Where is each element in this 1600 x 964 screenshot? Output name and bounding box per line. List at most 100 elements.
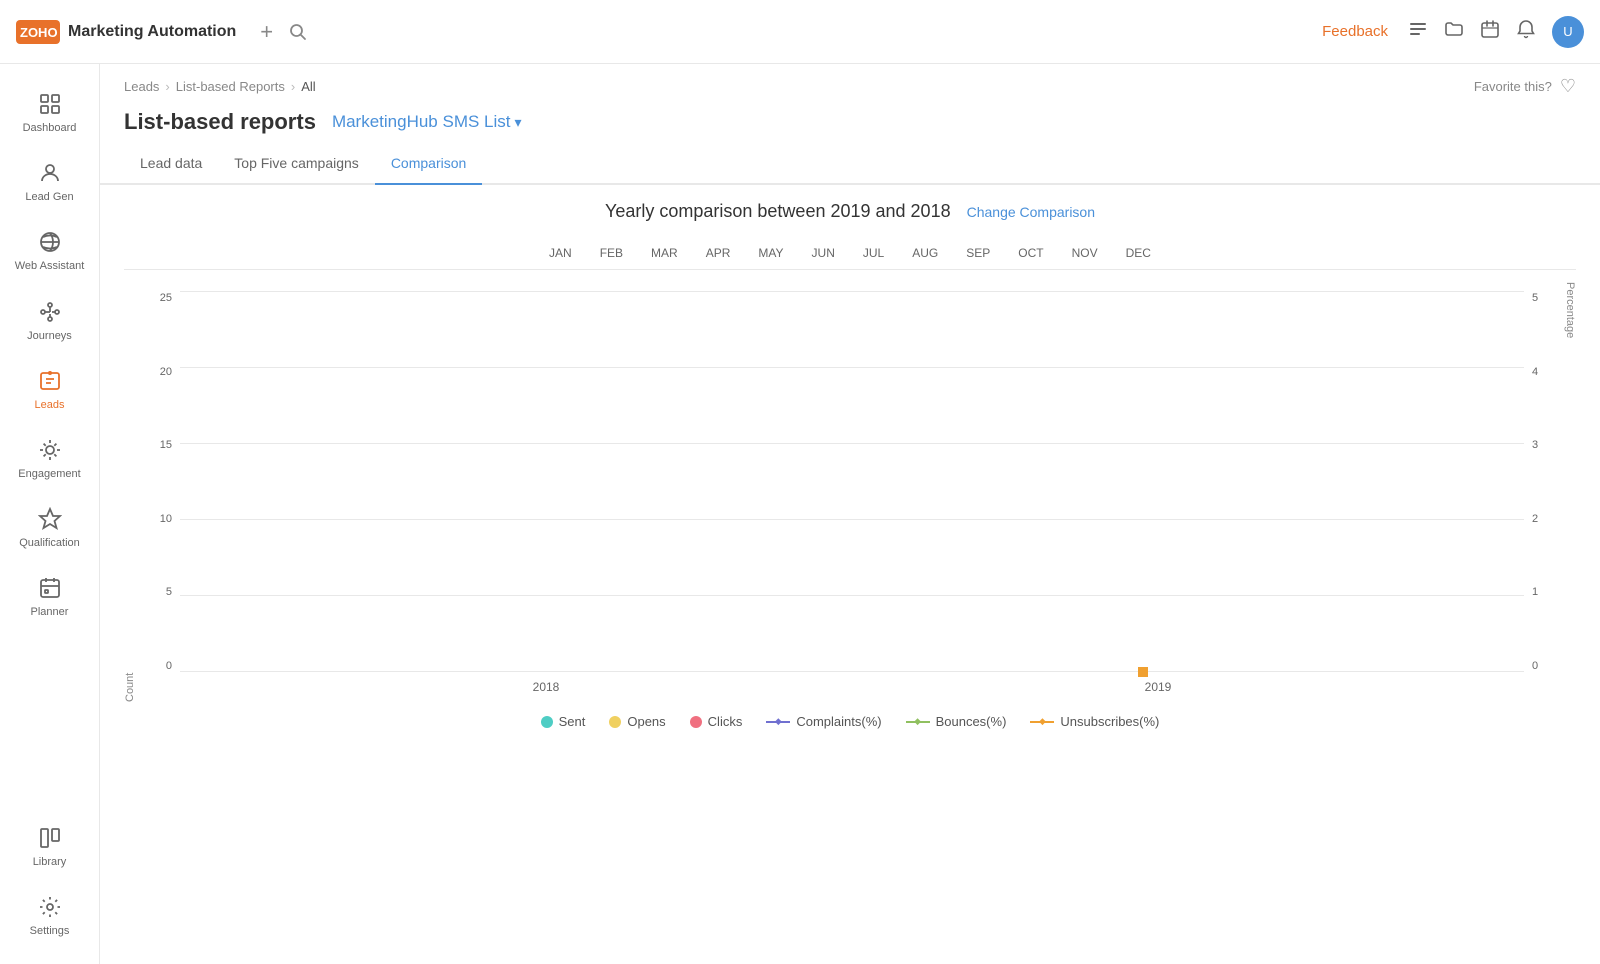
sidebar-item-dashboard[interactable]: Dashboard <box>6 80 94 145</box>
topbar-right: Feedback U <box>1322 16 1584 48</box>
svg-text:ZOHO: ZOHO <box>20 25 58 40</box>
journeys-icon <box>36 298 64 326</box>
tab-lead-data[interactable]: Lead data <box>124 143 218 185</box>
x-label-2019: 2019 <box>852 680 1464 694</box>
chart-title-row: Yearly comparison between 2019 and 2018 … <box>124 201 1576 222</box>
lead-gen-icon <box>36 159 64 187</box>
settings-icon <box>36 893 64 921</box>
month-tab-jan[interactable]: JAN <box>535 238 586 270</box>
month-tab-feb[interactable]: FEB <box>586 238 637 270</box>
sidebar-label-library: Library <box>33 856 67 869</box>
folder-icon[interactable] <box>1444 19 1464 44</box>
zoho-logo-icon: ZOHO <box>16 20 60 44</box>
content-area: Leads › List-based Reports › All Favorit… <box>100 64 1600 964</box>
month-tab-jul[interactable]: JUL <box>849 238 898 270</box>
month-tab-sep[interactable]: SEP <box>952 238 1004 270</box>
month-tab-oct[interactable]: OCT <box>1004 238 1057 270</box>
sidebar-label-lead-gen: Lead Gen <box>25 191 73 204</box>
feedback-button[interactable]: Feedback <box>1322 23 1388 40</box>
chart-title: Yearly comparison between 2019 and 2018 <box>605 201 951 222</box>
sidebar-item-planner[interactable]: Planner <box>6 564 94 629</box>
leads-icon <box>36 367 64 395</box>
library-icon <box>36 824 64 852</box>
web-assistant-icon <box>36 228 64 256</box>
sidebar-label-planner: Planner <box>31 606 69 619</box>
sidebar-item-web-assistant[interactable]: Web Assistant <box>6 218 94 283</box>
legend-item-unsubscribes---: ◆Unsubscribes(%) <box>1030 714 1159 729</box>
legend-item-complaints---: ◆Complaints(%) <box>766 714 881 729</box>
month-tab-may[interactable]: MAY <box>744 238 797 270</box>
sidebar-item-engagement[interactable]: Engagement <box>6 426 94 491</box>
y-axis-left: 2520151050 <box>140 282 180 702</box>
breadcrumb-sep-2: › <box>291 79 295 94</box>
breadcrumb: Leads › List-based Reports › All Favorit… <box>100 64 1600 97</box>
legend-item-bounces---: ◆Bounces(%) <box>906 714 1007 729</box>
legend-item-clicks: Clicks <box>690 714 743 729</box>
sidebar-label-leads: Leads <box>35 399 65 412</box>
legend-item-opens: Opens <box>609 714 665 729</box>
sidebar-item-library[interactable]: Library <box>6 814 94 879</box>
legend-item-sent: Sent <box>541 714 586 729</box>
change-comparison-button[interactable]: Change Comparison <box>967 204 1095 220</box>
sidebar: Dashboard Lead Gen Web Assistant Journey… <box>0 64 100 964</box>
app-title: Marketing Automation <box>68 23 236 41</box>
dashboard-icon <box>36 90 64 118</box>
y-axis-right-label: Percentage <box>1564 282 1576 702</box>
sidebar-label-engagement: Engagement <box>18 468 80 481</box>
list-selector[interactable]: MarketingHub SMS List ▾ <box>332 112 522 132</box>
search-icon[interactable] <box>289 23 307 41</box>
page-header: List-based reports MarketingHub SMS List… <box>100 97 1600 135</box>
x-label-2018: 2018 <box>240 680 852 694</box>
tabs: Lead data Top Five campaigns Comparison <box>100 143 1600 185</box>
month-tab-apr[interactable]: APR <box>692 238 745 270</box>
sidebar-label-dashboard: Dashboard <box>23 122 77 135</box>
user-avatar[interactable]: U <box>1552 16 1584 48</box>
calendar-icon[interactable] <box>1480 19 1500 44</box>
chart-wrapper: Count 2520151050 <box>124 282 1576 702</box>
sidebar-label-journeys: Journeys <box>27 330 72 343</box>
tab-top-five[interactable]: Top Five campaigns <box>218 143 375 185</box>
month-tabs: JANFEBMARAPRMAYJUNJULAUGSEPOCTNOVDEC <box>124 238 1576 270</box>
breadcrumb-leads[interactable]: Leads <box>124 79 159 94</box>
breadcrumb-all: All <box>301 79 315 94</box>
breadcrumb-sep-1: › <box>165 79 169 94</box>
month-tab-jun[interactable]: JUN <box>798 238 849 270</box>
month-tab-nov[interactable]: NOV <box>1058 238 1112 270</box>
chart-container: Yearly comparison between 2019 and 2018 … <box>100 185 1600 964</box>
topbar-utility-icons: U <box>1408 16 1584 48</box>
sidebar-item-leads[interactable]: Leads <box>6 357 94 422</box>
page-title: List-based reports <box>124 109 316 135</box>
sidebar-label-web-assistant: Web Assistant <box>15 260 85 273</box>
main-layout: Dashboard Lead Gen Web Assistant Journey… <box>0 64 1600 964</box>
y-axis-right: 543210 <box>1524 282 1560 702</box>
month-tab-dec[interactable]: DEC <box>1112 238 1165 270</box>
sidebar-item-settings[interactable]: Settings <box>6 883 94 948</box>
sidebar-item-lead-gen[interactable]: Lead Gen <box>6 149 94 214</box>
chart-inner: 2018 2019 <box>180 282 1524 702</box>
topbar-action-icons: + <box>260 19 307 45</box>
list-icon[interactable] <box>1408 19 1428 44</box>
month-tab-mar[interactable]: MAR <box>637 238 692 270</box>
sidebar-item-qualification[interactable]: Qualification <box>6 495 94 560</box>
topbar: ZOHO Marketing Automation + Feedback U <box>0 0 1600 64</box>
legend: Sent Opens Clicks ◆Complaints(%) ◆Bounces(%)… <box>124 714 1576 729</box>
favorite-label: Favorite this? <box>1474 79 1552 94</box>
month-tab-aug[interactable]: AUG <box>898 238 952 270</box>
planner-icon <box>36 574 64 602</box>
app-logo: ZOHO Marketing Automation <box>16 20 236 44</box>
page-header-left: List-based reports MarketingHub SMS List… <box>124 109 522 135</box>
add-button[interactable]: + <box>260 19 273 45</box>
sidebar-label-qualification: Qualification <box>19 537 80 550</box>
list-name: MarketingHub SMS List <box>332 112 511 132</box>
notification-icon[interactable] <box>1516 19 1536 44</box>
y-axis-left-label: Count <box>124 282 136 702</box>
sidebar-item-journeys[interactable]: Journeys <box>6 288 94 353</box>
tab-comparison[interactable]: Comparison <box>375 143 482 185</box>
engagement-icon <box>36 436 64 464</box>
list-selector-chevron: ▾ <box>515 114 522 131</box>
data-point-2019 <box>1138 667 1148 677</box>
qualification-icon <box>36 505 64 533</box>
sidebar-label-settings: Settings <box>30 925 70 938</box>
breadcrumb-list-reports[interactable]: List-based Reports <box>176 79 285 94</box>
heart-icon[interactable]: ♡ <box>1560 76 1576 97</box>
